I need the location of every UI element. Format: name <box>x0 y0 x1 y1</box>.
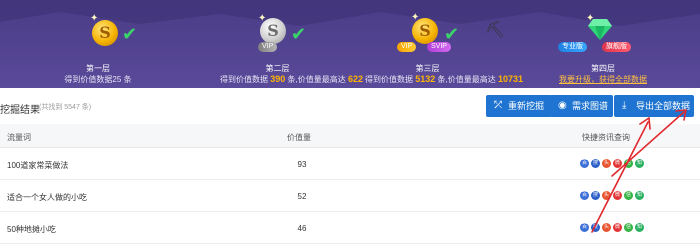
results-count: (共找到 5547 条) <box>39 104 92 111</box>
zhihu-icon[interactable]: 知 <box>635 191 644 200</box>
toutiao-icon[interactable]: 头 <box>602 191 611 200</box>
col-quick-query: 快捷资讯查询 <box>582 133 630 142</box>
weibo-icon[interactable]: 微 <box>613 223 622 232</box>
search-icon[interactable]: 搜 <box>591 191 600 200</box>
eye-icon: ◉ <box>558 100 567 111</box>
table-row: 100道家常菜做法 93 百 搜 头 微 信 知 <box>0 149 700 180</box>
value-cell: 52 <box>297 192 307 201</box>
vip-badge: VIP <box>397 42 417 52</box>
tier-desc: 得到价值数据 5132 条,价值量最高达 10731 <box>365 74 523 84</box>
tier-1: ✦ S ✔ 第一层 得到价值数据25 条 <box>38 0 158 88</box>
keyword-cell[interactable]: 适合一个女人做的小吃 <box>7 192 87 203</box>
check-icon: ✔ <box>122 24 138 44</box>
col-value[interactable]: 价值量 <box>287 132 311 143</box>
results-title: 挖掘结果 <box>0 105 40 116</box>
search-icon[interactable]: 搜 <box>591 159 600 168</box>
toutiao-icon[interactable]: 头 <box>602 223 611 232</box>
digger-figure-icon: ⛏ <box>485 22 506 39</box>
toutiao-icon[interactable]: 头 <box>602 159 611 168</box>
zhihu-icon[interactable]: 知 <box>635 159 644 168</box>
tier-label: 第四层 <box>591 64 615 73</box>
tier-label: 第三层 <box>415 64 440 73</box>
pick-icon: ⤱ <box>494 100 502 111</box>
tier-label: 第二层 <box>265 64 290 73</box>
download-icon: ⤓ <box>622 100 627 111</box>
vip-badge: VIP <box>258 42 278 52</box>
silver-coin-icon: S <box>260 18 286 44</box>
table-row: 适合一个女人做的小吃 52 百 搜 头 微 信 知 <box>0 181 700 212</box>
col-keyword: 流量词 <box>7 133 31 142</box>
results-toolbar: 挖掘结果 (共找到 5547 条) ⤱ 重新挖掘 ◉ 需求图谱 ⤓ 导出全部数据 <box>0 88 700 122</box>
flagship-badge: 旗舰版 <box>602 42 631 52</box>
value-cell: 46 <box>297 224 307 233</box>
export-all-button[interactable]: ⤓ 导出全部数据 <box>614 95 694 117</box>
check-icon: ✔ <box>291 24 307 44</box>
baidu-icon[interactable]: 百 <box>580 223 589 232</box>
wechat-icon[interactable]: 信 <box>624 159 633 168</box>
table-row: 50种地摊小吃 46 百 搜 头 微 信 知 <box>0 213 700 244</box>
tier-desc: 得到价值数据25 条 <box>64 75 132 84</box>
baidu-icon[interactable]: 百 <box>580 159 589 168</box>
pro-badge: 专业版 <box>558 42 587 52</box>
wechat-icon[interactable]: 信 <box>624 223 633 232</box>
tier-label: 第一层 <box>86 64 110 73</box>
demand-graph-button[interactable]: ◉ 需求图谱 <box>550 95 613 117</box>
value-cell: 93 <box>297 160 307 169</box>
zhihu-icon[interactable]: 知 <box>635 223 644 232</box>
upgrade-link[interactable]: 我要升级，获得全部数据 <box>548 74 658 85</box>
weibo-icon[interactable]: 微 <box>613 159 622 168</box>
keyword-cell[interactable]: 50种地摊小吃 <box>7 224 56 235</box>
weibo-icon[interactable]: 微 <box>613 191 622 200</box>
baidu-icon[interactable]: 百 <box>580 191 589 200</box>
check-icon: ✔ <box>444 24 460 44</box>
diamond-icon <box>588 19 612 40</box>
tier-3: ✦ S VIP SVIP ✔ ⛏ 第三层 得到价值数据 5132 条,价值量最高… <box>365 0 523 88</box>
gold-coin-icon: S <box>412 18 438 44</box>
keyword-cell[interactable]: 100道家常菜做法 <box>7 160 68 171</box>
tier-2: ✦ S VIP ✔ 第二层 得到价值数据 390 条,价值量最高达 622 <box>220 0 363 88</box>
tier-banner: ✦ S ✔ 第一层 得到价值数据25 条 ✦ S VIP ✔ 第二层 得到价值数… <box>0 0 700 88</box>
wechat-icon[interactable]: 信 <box>624 191 633 200</box>
table-header: 流量词 价值量 快捷资讯查询 <box>0 124 700 148</box>
rescan-button[interactable]: ⤱ 重新挖掘 <box>486 95 552 117</box>
tier-desc: 得到价值数据 390 条,价值量最高达 622 <box>220 74 363 84</box>
search-icon[interactable]: 搜 <box>591 223 600 232</box>
tier-4: ✦ 专业版 旗舰版 第四层 我要升级，获得全部数据 <box>548 0 658 88</box>
gold-coin-icon: S <box>92 20 118 46</box>
